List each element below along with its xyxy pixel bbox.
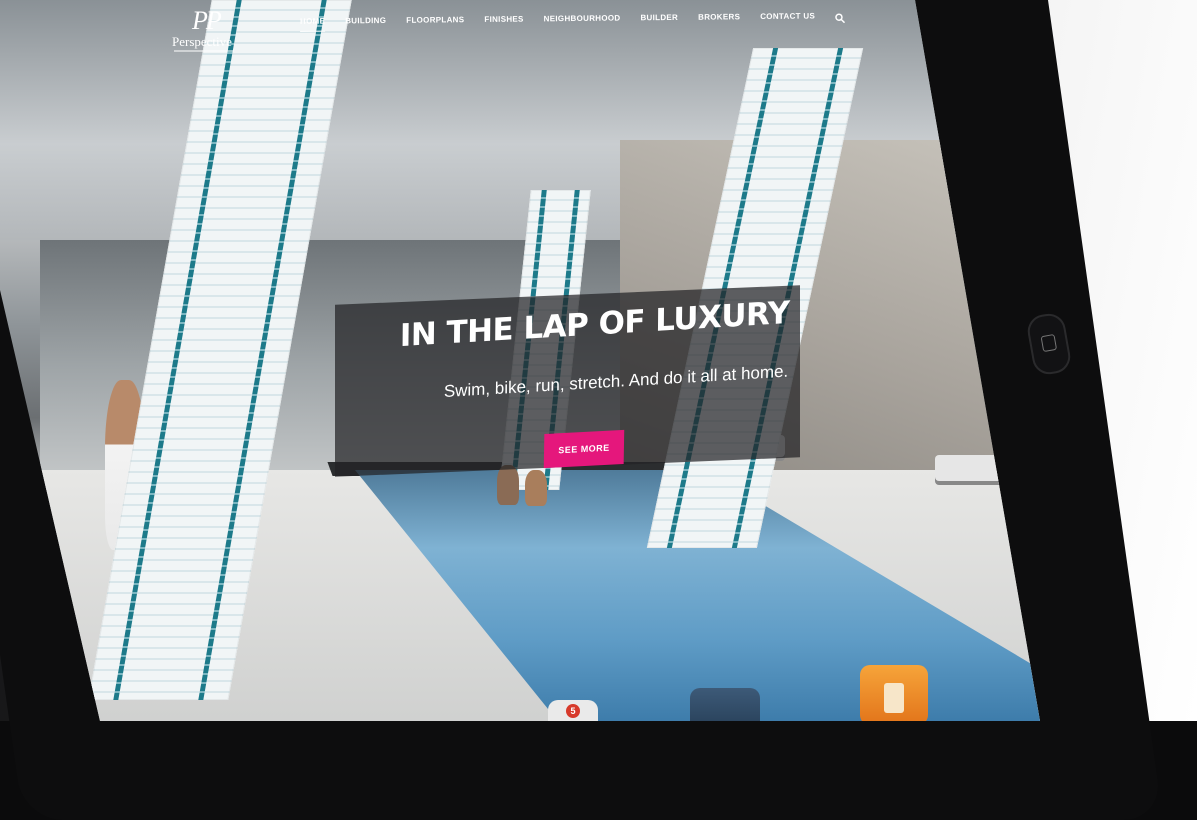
nav-item-builder[interactable]: BUILDER — [640, 13, 678, 28]
nav-item-finishes[interactable]: FINISHES — [484, 15, 523, 30]
notification-badge: 5 — [566, 704, 580, 718]
scene-swimmer — [497, 465, 519, 505]
search-button[interactable] — [835, 10, 847, 23]
search-icon — [835, 12, 846, 23]
dock-app-icon[interactable]: 5 — [548, 700, 598, 721]
home-button-icon — [1040, 333, 1058, 353]
see-more-button[interactable]: SEE MORE — [543, 429, 625, 469]
nav-item-brokers[interactable]: BROKERS — [698, 12, 740, 27]
dock-app-icon[interactable] — [690, 688, 760, 721]
logo-mark: PP — [192, 6, 222, 35]
nav-item-floorplans[interactable]: FLOORPLANS — [406, 15, 464, 31]
nav-item-neighbourhood[interactable]: NEIGHBOURHOOD — [544, 14, 621, 30]
logo-tagline-line — [174, 50, 234, 52]
nav-item-home[interactable]: HOME — [300, 17, 325, 32]
logo-name: Perspective — [172, 34, 232, 49]
dock-app-icon[interactable] — [860, 665, 928, 721]
nav-item-building[interactable]: BUILDING — [345, 16, 386, 31]
scene-swimmer — [525, 470, 547, 506]
nav-item-contact-us[interactable]: CONTACT US — [760, 11, 815, 27]
site-logo[interactable]: PP Perspective — [172, 6, 244, 52]
